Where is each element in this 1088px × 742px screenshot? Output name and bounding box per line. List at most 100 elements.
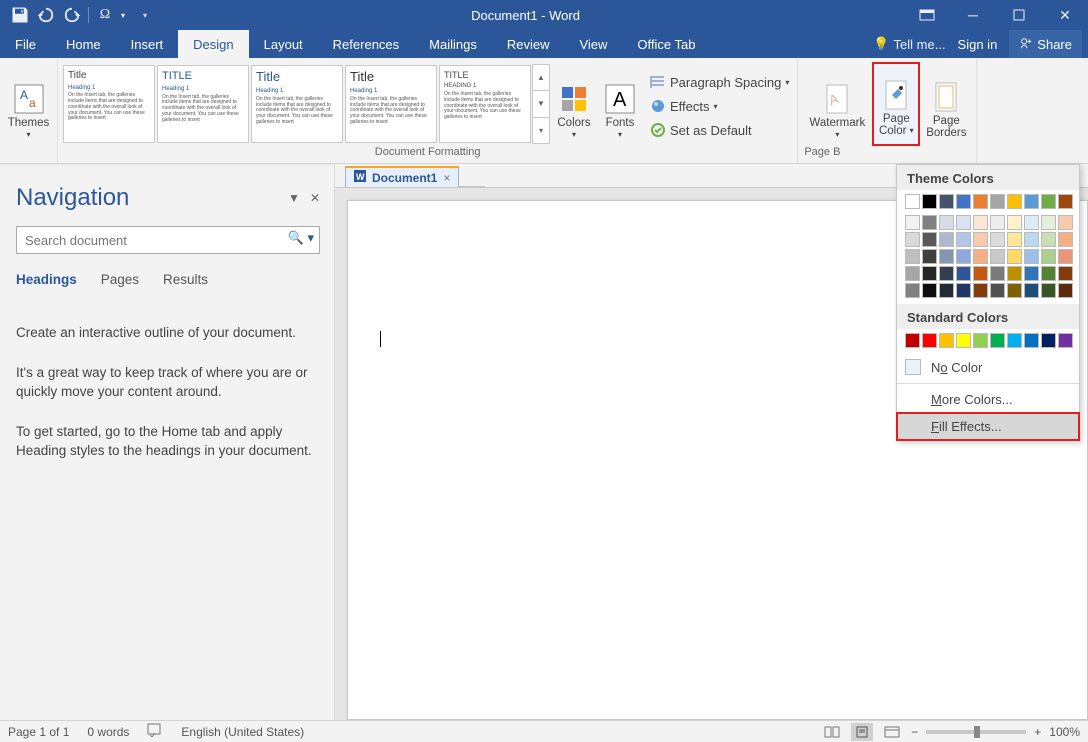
color-swatch[interactable] [956, 283, 971, 298]
colors-button[interactable]: Colors▾ [550, 62, 598, 146]
tab-view[interactable]: View [564, 30, 622, 58]
color-swatch[interactable] [1024, 283, 1039, 298]
qat-customize-icon[interactable]: ▾ [143, 11, 147, 20]
color-swatch[interactable] [1007, 266, 1022, 281]
color-swatch[interactable] [1041, 194, 1056, 209]
color-swatch[interactable] [1058, 194, 1073, 209]
color-swatch[interactable] [905, 194, 920, 209]
color-swatch[interactable] [990, 333, 1005, 348]
style-set-4[interactable]: TitleHeading 1On the Insert tab, the gal… [345, 65, 437, 143]
spellcheck-icon[interactable] [147, 723, 163, 740]
color-swatch[interactable] [973, 194, 988, 209]
no-color-item[interactable]: No Color [897, 354, 1079, 381]
color-swatch[interactable] [990, 194, 1005, 209]
color-swatch[interactable] [939, 266, 954, 281]
style-set-2[interactable]: TITLEHeading 1On the Insert tab, the gal… [157, 65, 249, 143]
tab-close-icon[interactable]: × [443, 171, 450, 185]
color-swatch[interactable] [1058, 333, 1073, 348]
color-swatch[interactable] [905, 249, 920, 264]
color-swatch[interactable] [1058, 232, 1073, 247]
nav-tab-headings[interactable]: Headings [16, 272, 77, 287]
page-borders-button[interactable]: Page Borders [920, 62, 972, 146]
color-swatch[interactable] [1058, 249, 1073, 264]
color-swatch[interactable] [956, 249, 971, 264]
qat-dropdown-icon[interactable]: ▾ [121, 11, 125, 20]
nav-close-icon[interactable]: ✕ [310, 191, 320, 205]
nav-tab-pages[interactable]: Pages [101, 272, 139, 287]
color-swatch[interactable] [922, 194, 937, 209]
nav-tab-results[interactable]: Results [163, 272, 208, 287]
color-swatch[interactable] [905, 283, 920, 298]
tab-insert[interactable]: Insert [116, 30, 179, 58]
zoom-slider[interactable] [926, 730, 1026, 734]
color-swatch[interactable] [973, 215, 988, 230]
print-layout-icon[interactable] [851, 723, 873, 741]
color-swatch[interactable] [1041, 283, 1056, 298]
color-swatch[interactable] [956, 194, 971, 209]
nav-dropdown-icon[interactable]: ▼ [288, 191, 300, 205]
zoom-percent[interactable]: 100% [1049, 725, 1080, 739]
tab-design[interactable]: Design [178, 30, 248, 58]
color-swatch[interactable] [1041, 232, 1056, 247]
color-swatch[interactable] [973, 333, 988, 348]
color-swatch[interactable] [939, 283, 954, 298]
style-gallery-scroll[interactable]: ▲▼▾ [532, 64, 550, 144]
tell-me[interactable]: 💡 Tell me... [873, 36, 945, 52]
style-set-1[interactable]: TitleHeading 1On the Insert tab, the gal… [63, 65, 155, 143]
search-input[interactable] [16, 226, 320, 254]
color-swatch[interactable] [1007, 232, 1022, 247]
fonts-button[interactable]: A Fonts▾ [598, 62, 642, 146]
color-swatch[interactable] [990, 266, 1005, 281]
web-layout-icon[interactable] [881, 723, 903, 741]
color-swatch[interactable] [939, 215, 954, 230]
color-swatch[interactable] [956, 333, 971, 348]
search-go-icon[interactable]: 🔍 ▾ [288, 230, 314, 246]
themes-button[interactable]: Aa Themes ▾ [4, 62, 53, 146]
scroll-up-icon[interactable]: ▲ [533, 65, 549, 91]
color-swatch[interactable] [1024, 194, 1039, 209]
color-swatch[interactable] [922, 283, 937, 298]
color-swatch[interactable] [1041, 333, 1056, 348]
color-swatch[interactable] [1058, 215, 1073, 230]
color-swatch[interactable] [956, 266, 971, 281]
share-button[interactable]: Share [1009, 30, 1082, 58]
style-set-5[interactable]: TITLEHEADING 1On the Insert tab, the gal… [439, 65, 531, 143]
color-swatch[interactable] [1058, 283, 1073, 298]
color-swatch[interactable] [973, 232, 988, 247]
color-swatch[interactable] [905, 266, 920, 281]
color-swatch[interactable] [939, 333, 954, 348]
tab-mailings[interactable]: Mailings [414, 30, 492, 58]
color-swatch[interactable] [1024, 249, 1039, 264]
word-count[interactable]: 0 words [87, 725, 129, 739]
color-swatch[interactable] [1007, 283, 1022, 298]
maximize-icon[interactable] [996, 0, 1042, 30]
watermark-button[interactable]: A Watermark▾ [802, 62, 872, 146]
symbol-omega-icon[interactable]: Ω [95, 5, 115, 25]
page-color-button[interactable]: Page Color ▾ [872, 62, 920, 146]
undo-icon[interactable] [36, 5, 56, 25]
tab-office-tab[interactable]: Office Tab [622, 30, 710, 58]
color-swatch[interactable] [990, 232, 1005, 247]
color-swatch[interactable] [956, 215, 971, 230]
color-swatch[interactable] [1024, 215, 1039, 230]
color-swatch[interactable] [939, 232, 954, 247]
fill-effects-item[interactable]: Fill Effects... [897, 413, 1079, 440]
color-swatch[interactable] [939, 194, 954, 209]
color-swatch[interactable] [1007, 194, 1022, 209]
tab-file[interactable]: File [0, 30, 51, 58]
color-swatch[interactable] [1007, 249, 1022, 264]
color-swatch[interactable] [990, 249, 1005, 264]
ribbon-display-icon[interactable] [904, 0, 950, 30]
document-tab[interactable]: W Document1 × [345, 166, 459, 187]
tab-layout[interactable]: Layout [249, 30, 318, 58]
tab-references[interactable]: References [318, 30, 414, 58]
color-swatch[interactable] [905, 215, 920, 230]
sign-in-link[interactable]: Sign in [958, 37, 998, 52]
color-swatch[interactable] [922, 215, 937, 230]
color-swatch[interactable] [1041, 249, 1056, 264]
color-swatch[interactable] [1041, 266, 1056, 281]
color-swatch[interactable] [922, 249, 937, 264]
effects-button[interactable]: Effects ▾ [650, 95, 789, 117]
color-swatch[interactable] [1024, 266, 1039, 281]
save-icon[interactable] [10, 5, 30, 25]
